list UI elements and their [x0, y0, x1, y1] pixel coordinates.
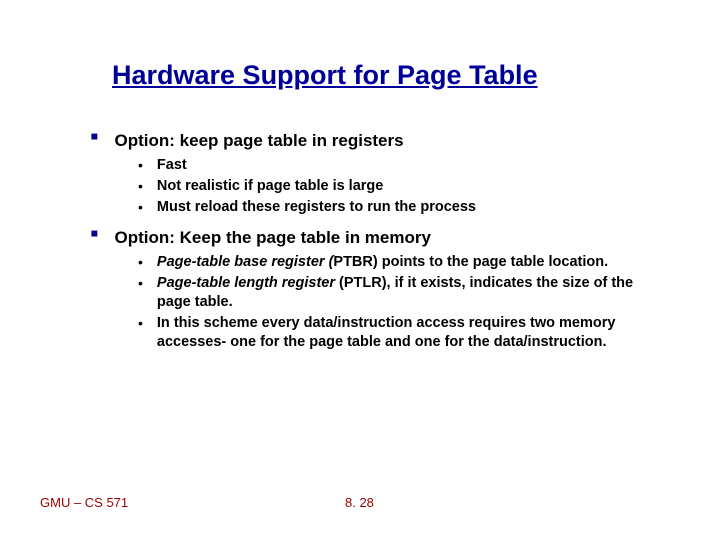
dot-bullet-icon: •	[138, 253, 143, 271]
sub-remainder: PTBR) points to the page table location.	[333, 254, 608, 270]
dot-bullet-icon: •	[138, 314, 143, 332]
sub-text: Page-table base register (PTBR) points t…	[157, 253, 660, 272]
list-item: • Fast	[138, 156, 660, 175]
dot-bullet-icon: •	[138, 177, 143, 195]
italic-term: Page-table base register (	[157, 254, 334, 270]
footer-page-number: 8. 28	[345, 495, 374, 510]
bullet-option-2: ▪ Option: Keep the page table in memory	[90, 227, 660, 249]
list-item: • Must reload these registers to run the…	[138, 198, 660, 217]
dot-bullet-icon: •	[138, 274, 143, 292]
list-item: • Not realistic if page table is large	[138, 177, 660, 196]
sub-text: Fast	[157, 156, 660, 175]
option-1-sublist: • Fast • Not realistic if page table is …	[138, 156, 660, 217]
list-item: • Page-table base register (PTBR) points…	[138, 253, 660, 272]
footer-course: GMU – CS 571	[40, 495, 128, 510]
italic-term: Page-table length register	[157, 275, 335, 291]
option-2-heading: Option: Keep the page table in memory	[115, 227, 431, 249]
list-item: • Page-table length register (PTLR), if …	[138, 274, 660, 312]
option-2-sublist: • Page-table base register (PTBR) points…	[138, 253, 660, 352]
dot-bullet-icon: •	[138, 198, 143, 216]
square-bullet-icon: ▪	[90, 225, 99, 243]
content-area: ▪ Option: keep page table in registers •…	[90, 130, 660, 362]
bullet-option-1: ▪ Option: keep page table in registers	[90, 130, 660, 152]
sub-text: Not realistic if page table is large	[157, 177, 660, 196]
slide-title: Hardware Support for Page Table	[112, 60, 538, 91]
sub-text: In this scheme every data/instruction ac…	[157, 314, 660, 352]
sub-text: Page-table length register (PTLR), if it…	[157, 274, 660, 312]
option-1-heading: Option: keep page table in registers	[115, 130, 404, 152]
dot-bullet-icon: •	[138, 156, 143, 174]
sub-text: Must reload these registers to run the p…	[157, 198, 660, 217]
list-item: • In this scheme every data/instruction …	[138, 314, 660, 352]
square-bullet-icon: ▪	[90, 128, 99, 146]
